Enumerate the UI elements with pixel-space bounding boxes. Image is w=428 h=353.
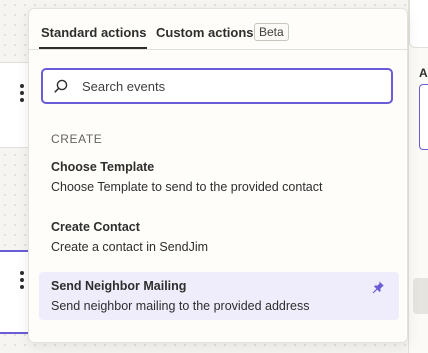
tab-standard-actions[interactable]: Standard actions <box>41 25 146 40</box>
beta-badge: Beta <box>254 23 289 41</box>
search-box[interactable] <box>41 68 393 104</box>
tab-custom-actions[interactable]: Custom actions <box>156 25 254 40</box>
canvas: Ac Standard actions Custom actions Beta … <box>0 0 428 353</box>
pin-icon[interactable] <box>371 280 385 294</box>
action-item-title: Send Neighbor Mailing <box>51 279 187 293</box>
action-item-send-neighbor-mailing[interactable]: Send Neighbor Mailing Send neighbor mail… <box>39 272 399 320</box>
section-header-create: CREATE <box>51 132 103 146</box>
right-side-panel: Ac <box>408 0 428 353</box>
action-item-title: Create Contact <box>51 220 140 234</box>
action-event-dropdown: Standard actions Custom actions Beta CRE… <box>28 8 408 343</box>
panel-top-box <box>409 0 428 48</box>
action-item-description: Choose Template to send to the provided … <box>51 180 323 194</box>
action-item-create-contact[interactable]: Create Contact Create a contact in SendJ… <box>39 213 399 261</box>
search-input[interactable] <box>82 78 362 94</box>
panel-field-input[interactable] <box>419 84 428 150</box>
search-icon <box>54 79 68 93</box>
panel-button[interactable] <box>413 278 428 314</box>
action-item-title: Choose Template <box>51 160 155 174</box>
kebab-menu-icon[interactable] <box>20 84 24 102</box>
tab-bar: Standard actions Custom actions Beta <box>29 9 407 50</box>
action-item-description: Create a contact in SendJim <box>51 240 209 254</box>
action-item-choose-template[interactable]: Choose Template Choose Template to send … <box>39 153 399 201</box>
kebab-menu-icon[interactable] <box>20 271 24 289</box>
active-tab-indicator <box>39 47 147 49</box>
panel-field-label: Ac <box>419 66 428 80</box>
action-item-description: Send neighbor mailing to the provided ad… <box>51 299 310 313</box>
